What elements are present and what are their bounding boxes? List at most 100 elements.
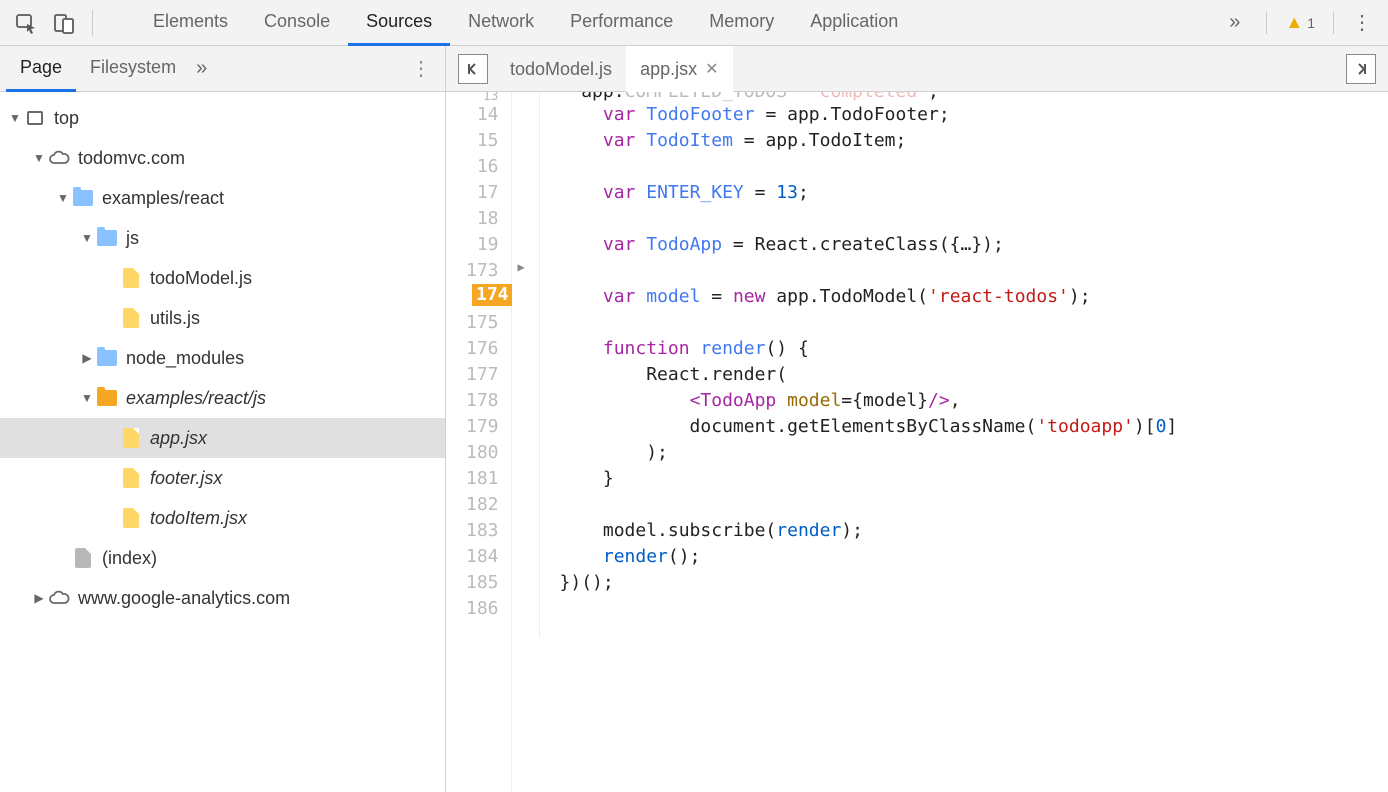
code-line[interactable]: var TodoItem = app.TodoItem; [560, 128, 1388, 154]
close-tab-icon[interactable]: ✕ [705, 59, 718, 79]
code-line[interactable] [560, 154, 1388, 180]
code-line[interactable]: function render() { [560, 336, 1388, 362]
show-debugger-icon[interactable] [1346, 54, 1376, 84]
line-number[interactable]: 174 [466, 284, 499, 310]
code-line[interactable] [560, 596, 1388, 622]
tree-node[interactable]: ▼(index) [0, 538, 445, 578]
chevron-down-icon[interactable]: ▼ [80, 391, 94, 405]
more-navigator-tabs-icon[interactable]: » [196, 57, 207, 80]
code-line[interactable] [560, 492, 1388, 518]
inspect-element-icon[interactable] [10, 7, 42, 39]
code-line[interactable]: React.render( [560, 362, 1388, 388]
line-number[interactable]: 179 [466, 414, 499, 440]
chevron-down-icon[interactable]: ▼ [56, 191, 70, 205]
code-line[interactable]: app.COMPLETED_TODOS completed , [560, 92, 1388, 102]
line-number[interactable]: 176 [466, 336, 499, 362]
navigator-tab-filesystem[interactable]: Filesystem [76, 46, 190, 92]
warnings-indicator[interactable]: ▲ 1 [1279, 12, 1321, 33]
navigator-tab-page[interactable]: Page [6, 46, 76, 92]
panel-tab-performance[interactable]: Performance [552, 0, 691, 46]
separator [1266, 12, 1267, 34]
execution-line-marker[interactable]: 174 [472, 284, 513, 306]
line-number[interactable]: 177 [466, 362, 499, 388]
show-navigator-icon[interactable] [458, 54, 488, 84]
line-number[interactable]: 173 [466, 258, 499, 284]
code-line[interactable]: model.subscribe(render); [560, 518, 1388, 544]
line-number[interactable]: 186 [466, 596, 499, 622]
tree-node-label: utils.js [150, 308, 200, 329]
tree-node[interactable]: ▼js [0, 218, 445, 258]
navigator-menu-icon[interactable]: ⋮ [403, 56, 439, 81]
line-number[interactable]: 185 [466, 570, 499, 596]
code-line[interactable] [560, 310, 1388, 336]
tree-node[interactable]: ▼top [0, 98, 445, 138]
line-number[interactable]: 13 [466, 92, 499, 102]
code-line[interactable]: var model = new app.TodoModel('react-tod… [560, 284, 1388, 310]
line-number[interactable]: 19 [466, 232, 499, 258]
line-number[interactable]: 175 [466, 310, 499, 336]
line-number[interactable]: 183 [466, 518, 499, 544]
code-line[interactable]: ); [560, 440, 1388, 466]
code-line[interactable]: var ENTER_KEY = 13; [560, 180, 1388, 206]
devtools-topbar: ElementsConsoleSourcesNetworkPerformance… [0, 0, 1388, 46]
fold-icon[interactable]: ▶ [518, 254, 525, 280]
panel-tab-elements[interactable]: Elements [135, 0, 246, 46]
code-content[interactable]: app.COMPLETED_TODOS completed , var Todo… [540, 92, 1388, 792]
editor-tab[interactable]: todoModel.js [496, 46, 626, 92]
tree-node[interactable]: ▼todomvc.com [0, 138, 445, 178]
line-number[interactable]: 181 [466, 466, 499, 492]
tree-node[interactable]: ▼footer.jsx [0, 458, 445, 498]
panel-tabs: ElementsConsoleSourcesNetworkPerformance… [135, 0, 1211, 46]
code-line[interactable] [560, 206, 1388, 232]
file-icon [120, 427, 142, 449]
chevron-right-icon[interactable]: ▶ [80, 351, 94, 365]
line-number[interactable]: 180 [466, 440, 499, 466]
code-line[interactable] [560, 258, 1388, 284]
code-line[interactable]: })(); [560, 570, 1388, 596]
code-line[interactable]: } [560, 466, 1388, 492]
tree-node[interactable]: ▼utils.js [0, 298, 445, 338]
tree-node[interactable]: ▼ examples/react [0, 178, 445, 218]
line-number[interactable]: 184 [466, 544, 499, 570]
code-line[interactable]: document.getElementsByClassName('todoapp… [560, 414, 1388, 440]
code-area[interactable]: 1314151617181917317417517617717817918018… [446, 92, 1388, 792]
device-toolbar-icon[interactable] [48, 7, 80, 39]
more-panels-icon[interactable]: » [1217, 11, 1252, 34]
tree-node[interactable]: ▼ examples/react/js [0, 378, 445, 418]
code-line[interactable]: var TodoApp = React.createClass({…}); [560, 232, 1388, 258]
panel-tab-application[interactable]: Application [792, 0, 916, 46]
tree-node-label: todoModel.js [150, 268, 252, 289]
panel-tab-network[interactable]: Network [450, 0, 552, 46]
line-number[interactable]: 15 [466, 128, 499, 154]
panel-tab-memory[interactable]: Memory [691, 0, 792, 46]
tree-node[interactable]: ▼app.jsx [0, 418, 445, 458]
tree-node-label: app.jsx [150, 428, 207, 449]
chevron-down-icon[interactable]: ▼ [80, 231, 94, 245]
line-number[interactable]: 17 [466, 180, 499, 206]
warning-icon: ▲ [1285, 12, 1303, 33]
panel-tab-console[interactable]: Console [246, 0, 348, 46]
chevron-down-icon[interactable]: ▼ [32, 151, 46, 165]
line-number[interactable]: 16 [466, 154, 499, 180]
chevron-right-icon[interactable]: ▶ [32, 591, 46, 605]
tree-node[interactable]: ▶node_modules [0, 338, 445, 378]
tree-node[interactable]: ▶www.google-analytics.com [0, 578, 445, 618]
tree-node-label: examples/react/js [126, 388, 266, 409]
code-line[interactable]: render(); [560, 544, 1388, 570]
chevron-down-icon[interactable]: ▼ [8, 111, 22, 125]
line-number[interactable]: 182 [466, 492, 499, 518]
line-number[interactable]: 18 [466, 206, 499, 232]
line-number[interactable]: 14 [466, 102, 499, 128]
tree-node[interactable]: ▼todoItem.jsx [0, 498, 445, 538]
tree-node-label: examples/react [102, 188, 224, 209]
editor-tabs: todoModel.jsapp.jsx✕ [446, 46, 1388, 92]
line-number[interactable]: 178 [466, 388, 499, 414]
code-line[interactable]: <TodoApp model={model}/>, [560, 388, 1388, 414]
line-gutter[interactable]: 1314151617181917317417517617717817918018… [446, 92, 512, 792]
devtools-menu-icon[interactable]: ⋮ [1346, 10, 1378, 35]
tree-node[interactable]: ▼todoModel.js [0, 258, 445, 298]
fold-column[interactable]: ▶ [512, 92, 540, 638]
panel-tab-sources[interactable]: Sources [348, 0, 450, 46]
code-line[interactable]: var TodoFooter = app.TodoFooter; [560, 102, 1388, 128]
editor-tab[interactable]: app.jsx✕ [626, 46, 732, 92]
